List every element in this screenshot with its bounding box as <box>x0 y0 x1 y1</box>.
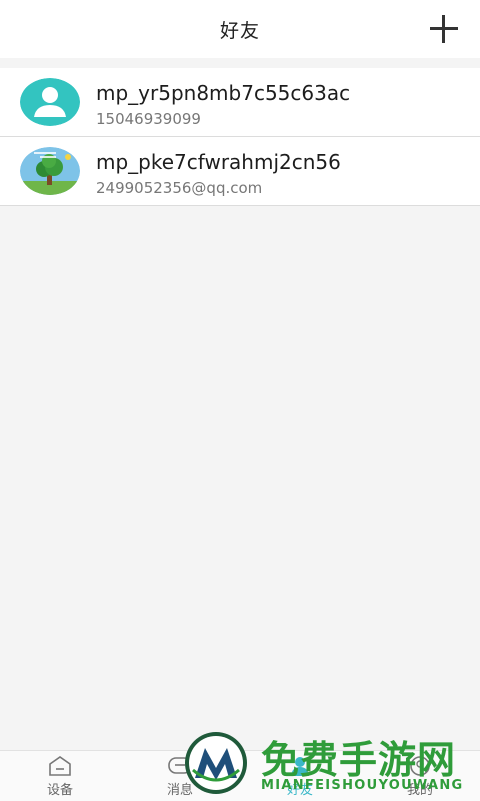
friend-list-item[interactable]: mp_pke7cfwrahmj2cn56 2499052356@qq.com <box>0 137 480 206</box>
tab-devices[interactable]: 设备 <box>0 751 120 801</box>
home-device-icon <box>47 755 73 777</box>
bottom-tab-bar: 设备 消息 好友 我的 <box>0 750 480 801</box>
friend-phone: 15046939099 <box>96 110 201 128</box>
tab-messages[interactable]: 消息 <box>120 751 240 801</box>
tree-landscape-avatar <box>20 147 80 195</box>
friend-name: mp_yr5pn8mb7c55c63ac <box>96 81 351 105</box>
friend-name: mp_pke7cfwrahmj2cn56 <box>96 150 341 174</box>
page-title: 好友 <box>219 19 260 42</box>
default-user-avatar <box>20 78 80 126</box>
tab-label: 消息 <box>166 782 193 798</box>
profile-icon <box>407 755 433 777</box>
tab-label: 好友 <box>286 782 313 798</box>
friends-icon <box>287 755 313 777</box>
add-friend-button[interactable] <box>430 15 458 43</box>
top-bar: 好友 <box>0 0 480 58</box>
tab-profile[interactable]: 我的 <box>360 751 480 801</box>
tab-label: 我的 <box>406 782 433 798</box>
tab-label: 设备 <box>46 782 73 798</box>
friend-list: mp_yr5pn8mb7c55c63ac 15046939099 mp_pke7… <box>0 68 480 206</box>
friend-list-item[interactable]: mp_yr5pn8mb7c55c63ac 15046939099 <box>0 68 480 137</box>
friend-email: 2499052356@qq.com <box>96 179 263 197</box>
message-icon <box>167 755 193 777</box>
tab-friends[interactable]: 好友 <box>240 751 360 801</box>
